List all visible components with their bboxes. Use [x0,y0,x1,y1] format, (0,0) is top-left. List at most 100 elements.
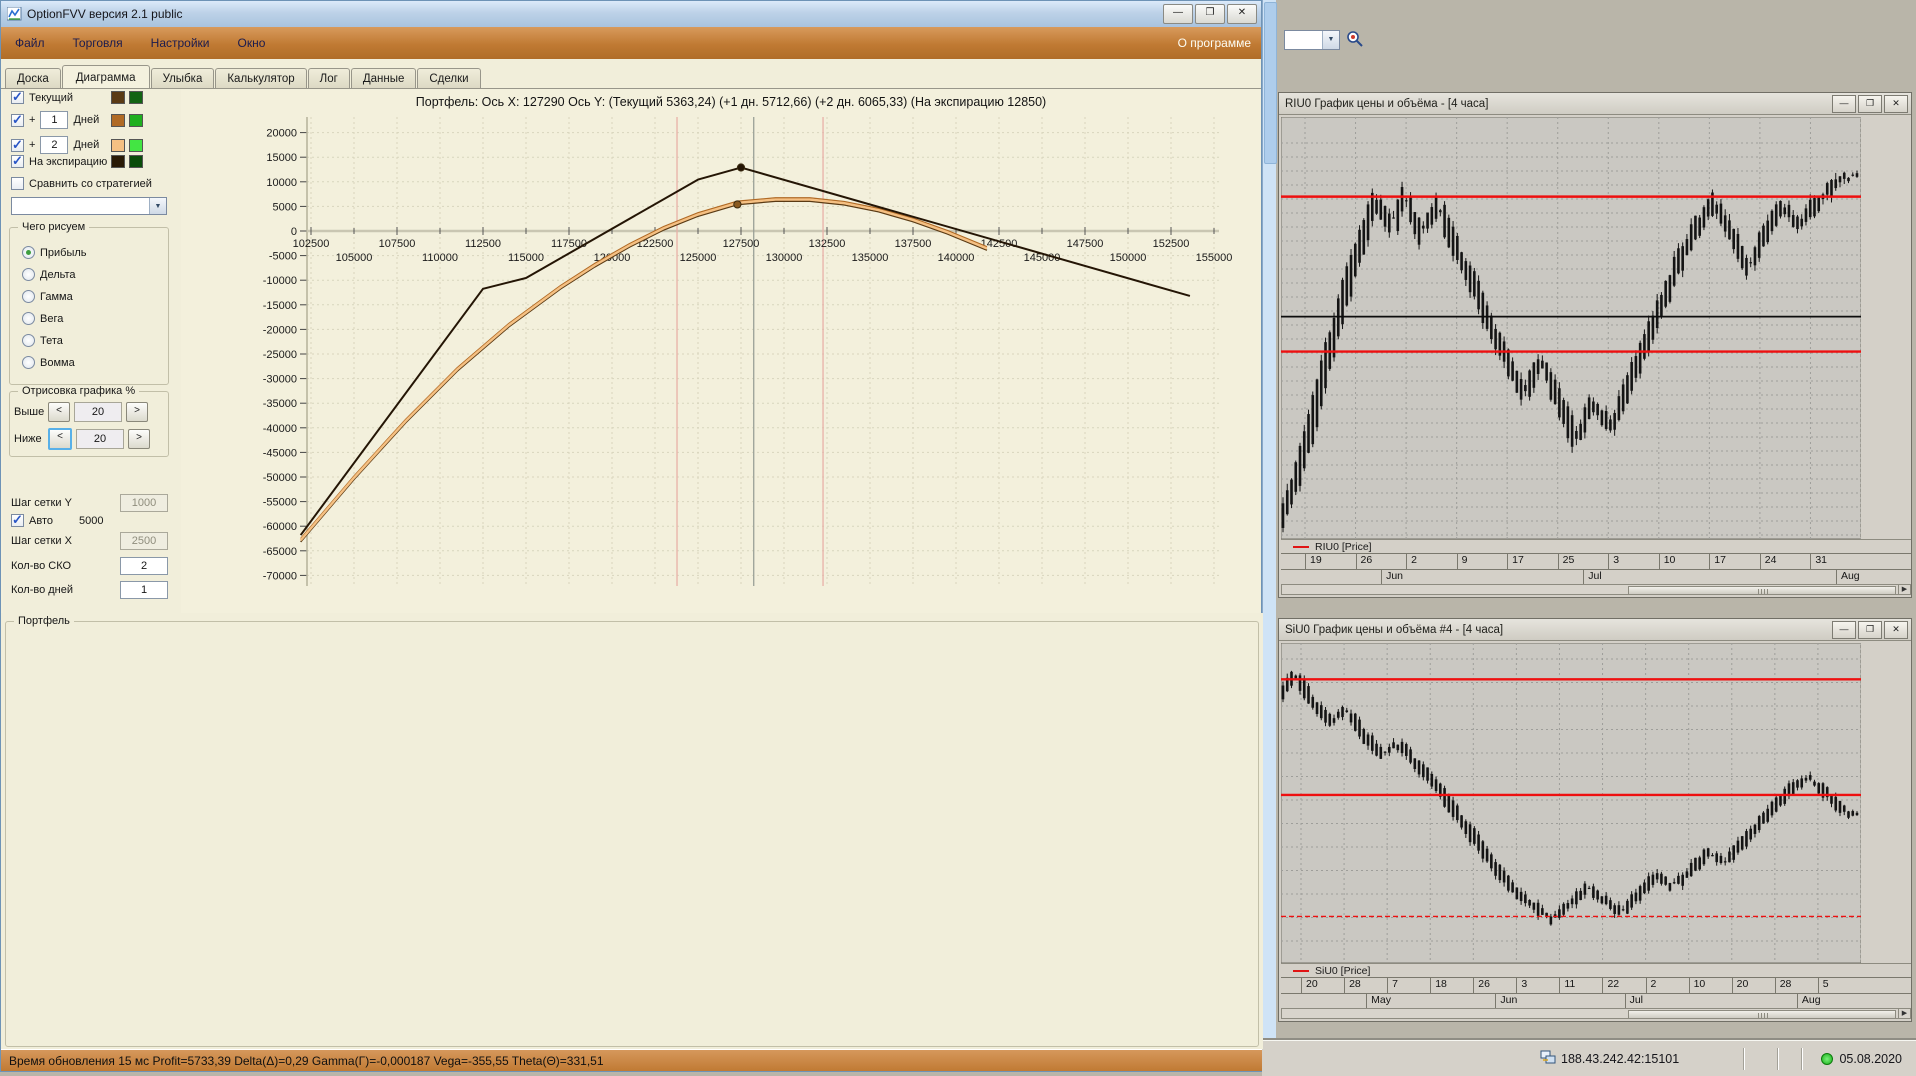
checkbox[interactable] [11,137,24,153]
date-cell: 18 [1430,978,1473,993]
checkbox[interactable] [11,177,24,190]
checkbox[interactable] [11,112,24,128]
maximize-icon[interactable]: ❐ [1195,4,1225,24]
percent-value[interactable]: 20 [74,402,122,422]
right-arrow-icon[interactable]: > [128,429,150,449]
close-icon[interactable]: ✕ [1884,621,1908,639]
riu0-candle-plot[interactable] [1280,116,1862,544]
tab-Диаграмма[interactable]: Диаграмма [61,65,150,88]
menu-item[interactable]: Настройки [137,27,224,59]
tab-Улыбка[interactable]: Улыбка [150,68,215,88]
menu-item[interactable]: Файл [1,27,59,59]
text-field[interactable]: 1 [120,581,168,599]
restore-icon[interactable]: ❐ [1858,95,1882,113]
tab-Доска[interactable]: Доска [5,68,61,88]
group-label: Чего рисуем [18,221,90,233]
draw-group: Чего рисуем Прибыль Дельта Гамма Вега Тета Вом… [9,221,169,385]
minimize-icon[interactable]: — [1832,95,1856,113]
riu0-price-window: RIU0 График цены и объёма - [4 часа] — ❐… [1278,92,1912,598]
radio[interactable] [22,268,35,281]
compare-label: Сравнить со стратегией [29,177,152,190]
siu0-candle-plot[interactable] [1280,642,1862,968]
radio[interactable] [22,290,35,303]
curve-toggle-row: +2 Дней [11,136,143,154]
svg-text:135000: 135000 [852,252,889,264]
menu-item[interactable]: Торговля [59,27,137,59]
svg-text:132500: 132500 [809,238,846,250]
radio-label: Вега [40,312,64,325]
svg-text:125000: 125000 [680,252,717,264]
auto-value: 5000 [79,514,104,527]
date-cell: 26 [1473,978,1516,993]
menu-item[interactable]: Окно [224,27,280,59]
pl-chart[interactable]: 20000150001000050000-5000-10000-15000-20… [1,89,1261,613]
close-icon[interactable]: ✕ [1227,4,1257,24]
radio[interactable] [22,356,35,369]
window-titlebar[interactable]: RIU0 График цены и объёма - [4 часа] — ❐… [1279,93,1911,115]
color-swatch [129,138,143,152]
riu0-window-title: RIU0 График цены и объёма - [4 часа] [1285,97,1489,110]
text-field[interactable]: 1000 [120,494,168,512]
minimize-icon[interactable]: — [1163,4,1193,24]
scrollbar-thumb[interactable] [1264,2,1277,164]
date-cell: 3 [1516,978,1559,993]
close-icon[interactable]: ✕ [1884,95,1908,113]
scrollbar-thumb[interactable] [1628,586,1896,595]
dropdown-arrow-icon[interactable]: ▼ [149,198,166,214]
restore-icon[interactable]: ❐ [1858,621,1882,639]
titlebar[interactable]: OptionFVV версия 2.1 public — ❐ ✕ [1,1,1261,28]
date-cell: 3 [1608,554,1659,569]
siu0-hscrollbar[interactable]: ▶ [1281,1008,1911,1019]
date-cell: 28 [1774,978,1818,993]
legend-dash-icon [1293,545,1309,548]
riu0-legend: RIU0 [Price] [1281,539,1911,553]
left-arrow-icon[interactable]: < [48,402,70,422]
riu0-hscrollbar[interactable]: ▶ [1281,584,1911,595]
diagram-panel: 20000 15000 10000 5000 0 -5000 -10000 -15000 -20… [1,89,1261,613]
svg-text:127500: 127500 [723,238,760,250]
menu-item-about[interactable]: О программе [1178,36,1251,50]
checkbox[interactable] [11,153,24,169]
month-cell [1281,994,1366,1008]
curve-label: На экспирацию [29,155,108,168]
curve-toggle-row: Текущий [11,89,143,105]
days-input[interactable]: 2 [40,136,69,154]
radio[interactable] [22,334,35,347]
radio[interactable] [22,246,35,259]
tab-Данные[interactable]: Данные [350,68,417,88]
days-input[interactable]: 1 [40,111,69,129]
checkbox[interactable] [11,89,24,105]
date-cell: 10 [1688,978,1732,993]
dropdown-arrow-icon[interactable]: ▼ [1322,31,1339,49]
window-titlebar[interactable]: SiU0 График цены и объёма #4 - [4 часа] … [1279,619,1911,641]
date-cell: 20 [1301,978,1344,993]
svg-text:137500: 137500 [895,238,932,250]
text-field[interactable]: 2 [120,557,168,575]
svg-text:115000: 115000 [508,252,544,264]
mdi-vertical-scrollbar[interactable] [1262,0,1277,1072]
left-arrow-icon[interactable]: < [48,428,72,450]
date-cell: 5 [1817,978,1861,993]
scroll-right-icon[interactable]: ▶ [1898,1009,1910,1018]
text-field[interactable]: 2500 [120,532,168,550]
scroll-right-icon[interactable]: ▶ [1898,585,1910,594]
month-cell: Jun [1495,994,1624,1008]
checkbox[interactable] [11,512,24,528]
minimize-icon[interactable]: — [1832,621,1856,639]
svg-text:112500: 112500 [465,238,501,250]
strategy-combobox[interactable]: ▼ [11,197,167,215]
magnifier-icon[interactable] [1346,30,1364,53]
right-arrow-icon[interactable]: > [126,402,148,422]
tab-Сделки[interactable]: Сделки [417,68,481,88]
svg-text:-20000: -20000 [263,324,297,336]
group-label: Отрисовка графика % [18,385,140,397]
tab-Лог[interactable]: Лог [307,68,350,88]
color-swatch [129,155,143,168]
radio[interactable] [22,312,35,325]
scrollbar-thumb[interactable] [1628,1010,1896,1019]
tab-Калькулятор[interactable]: Калькулятор [215,68,307,88]
svg-text:140000: 140000 [938,252,975,264]
background-combobox[interactable]: ▼ [1284,30,1340,50]
percent-value[interactable]: 20 [76,429,124,449]
grid-step-y-row: Шаг сетки Y 1000 [11,494,168,512]
